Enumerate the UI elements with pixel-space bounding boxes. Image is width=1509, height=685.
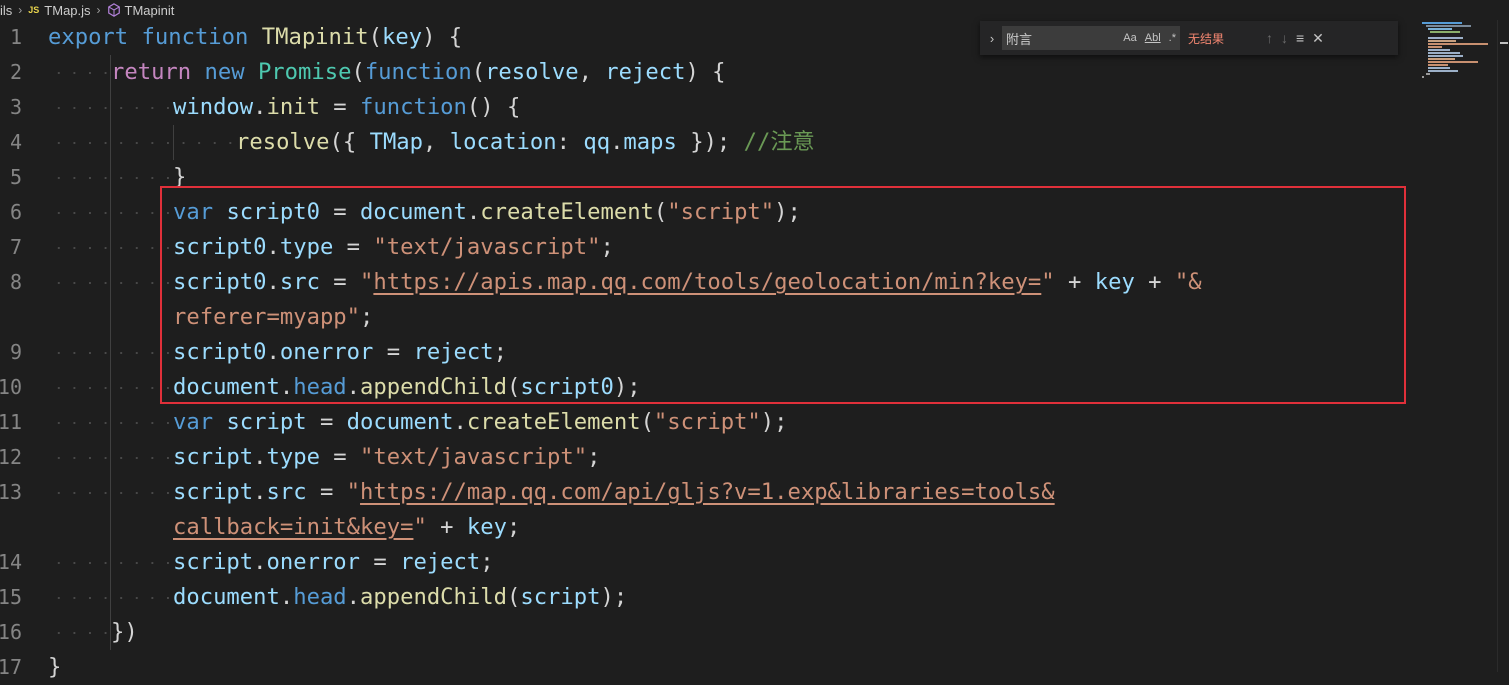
whitespace-marker [51,282,175,284]
close-icon[interactable]: ✕ [1312,30,1324,47]
find-in-selection-icon[interactable]: ≡ [1296,30,1304,46]
whitespace-marker [51,72,113,74]
line-number: 11 [0,410,22,434]
whitespace-marker [51,247,175,249]
code-line-wrapped[interactable]: callback=init&key=" + key; [173,510,520,545]
breadcrumb-item-symbol[interactable]: TMapinit [125,3,175,18]
next-match-icon[interactable]: ↓ [1281,30,1288,46]
minimap-line [1428,55,1463,57]
line-number: 12 [0,445,22,469]
minimap-line [1428,43,1488,45]
line-number: 6 [9,200,22,224]
line-number: 7 [9,235,22,259]
line-number: 5 [9,165,22,189]
symbol-method-icon [107,3,120,17]
whitespace-marker [51,492,175,494]
js-file-icon: JS [28,5,40,15]
code-line[interactable]: } [48,650,61,685]
whitespace-marker [51,177,175,179]
find-input-value: 附言 [1006,31,1033,47]
whitespace-marker [51,107,175,109]
minimap-line [1422,22,1462,24]
line-number: 16 [0,620,22,644]
previous-match-icon[interactable]: ↑ [1266,30,1273,46]
match-case-icon[interactable]: Aa [1123,32,1136,44]
minimap-line [1428,70,1458,72]
find-input[interactable]: 附言 Aa Abl .* [1002,26,1180,50]
minimap-line [1430,31,1460,33]
annotation-highlight-box [160,186,1406,404]
line-number: 2 [9,60,22,84]
whitespace-marker [51,387,175,389]
toggle-replace-icon[interactable]: › [982,31,1002,46]
vertical-scrollbar[interactable] [1497,20,1509,672]
whitespace-marker [51,352,175,354]
whole-word-icon[interactable]: Abl [1145,32,1161,44]
minimap-line [1422,76,1424,78]
code-line[interactable]: var script = document.createElement("scr… [173,405,788,440]
minimap-line [1428,37,1463,39]
whitespace-marker [51,562,175,564]
line-number: 3 [9,95,22,119]
minimap-line [1428,46,1442,48]
breadcrumb-item-folder[interactable]: ils [0,3,12,18]
whitespace-marker [51,597,175,599]
minimap-line [1428,40,1456,42]
line-number: 15 [0,585,22,609]
chevron-right-icon: › [96,3,101,17]
line-number: 8 [9,270,22,294]
code-line[interactable]: window.init = function() { [173,90,520,125]
line-number: 14 [0,550,22,574]
breadcrumb-item-file[interactable]: TMap.js [44,3,90,18]
line-number: 1 [9,25,22,49]
minimap-line [1426,25,1471,27]
chevron-right-icon: › [18,3,23,17]
code-line[interactable]: }) [111,615,138,650]
line-number: 10 [0,375,22,399]
find-status: 无结果 [1188,31,1225,46]
whitespace-marker [51,212,175,214]
minimap-line [1428,28,1452,30]
whitespace-marker [51,632,113,634]
minimap-line [1428,58,1455,60]
whitespace-marker [51,142,237,144]
line-number: 17 [0,655,22,679]
line-number: 9 [9,340,22,364]
code-line[interactable]: script.src = "https://map.qq.com/api/glj… [173,475,1055,510]
minimap-line [1428,64,1448,66]
line-number: 4 [9,130,22,154]
code-line[interactable]: script.onerror = reject; [173,545,494,580]
whitespace-marker [51,422,175,424]
breadcrumb: ils › JS TMap.js › TMapinit [0,0,1509,20]
code-line[interactable]: return new Promise(function(resolve, rej… [111,55,726,90]
code-line[interactable]: document.head.appendChild(script); [173,580,627,615]
minimap-line [1426,73,1430,75]
regex-icon[interactable]: .* [1169,32,1176,44]
whitespace-marker [51,457,175,459]
minimap-line [1428,61,1478,63]
code-line[interactable]: script.type = "text/javascript"; [173,440,600,475]
code-line[interactable]: export function TMapinit(key) { [48,20,462,55]
code-line[interactable]: resolve({ TMap, location: qq.maps }); //… [236,125,815,160]
minimap[interactable] [1420,20,1500,672]
code-editor[interactable]: 1 2 3 4 5 6 7 8 9 10 11 12 13 14 15 16 1… [0,20,1420,680]
minimap-line [1428,67,1450,69]
minimap-line [1428,52,1460,54]
line-number: 13 [0,480,22,504]
scrollbar-thumb[interactable] [1500,42,1508,44]
find-widget: › 附言 Aa Abl .* 无结果 ↑ ↓ ≡ ✕ [980,21,1398,55]
minimap-line [1428,49,1450,51]
